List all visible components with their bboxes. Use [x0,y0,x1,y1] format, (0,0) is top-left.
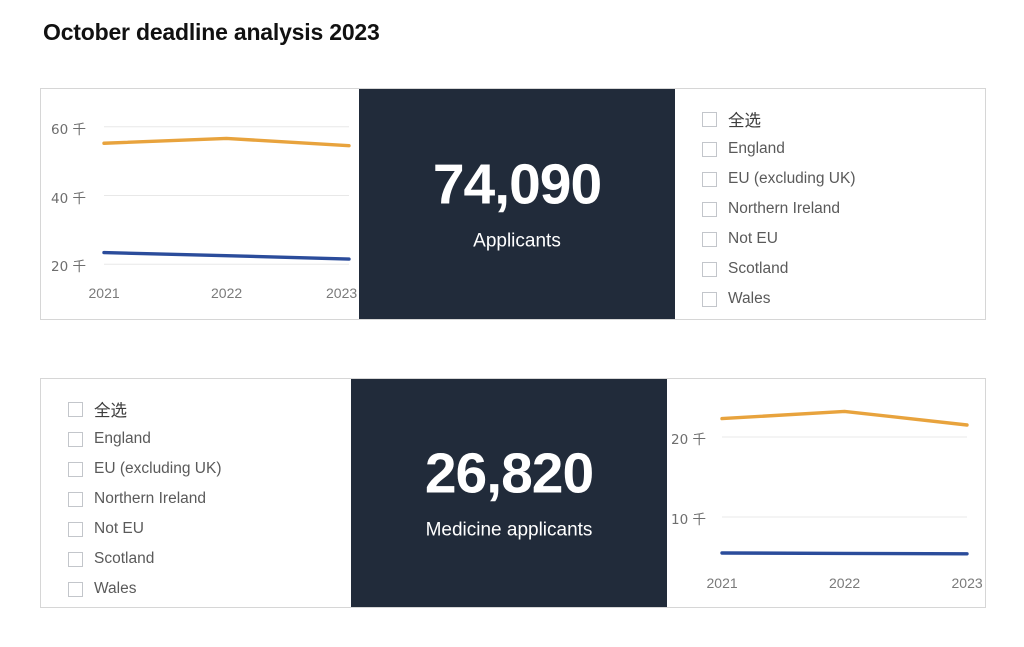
applicants-kpi-label: Applicants [473,230,561,252]
legend-item-label: Wales [728,290,771,307]
applicants-domicile-filter: 全选 England EU (excluding UK) Northern Irela… [675,89,985,319]
legend-checkbox-item[interactable]: EU (excluding UK) [702,164,977,194]
series-line[interactable] [102,136,351,148]
checkbox-icon[interactable] [702,141,717,157]
legend-item-label: England [94,430,151,447]
legend-checkbox-item[interactable]: 全选 [68,394,343,424]
legend-item-label: Scotland [728,260,789,277]
medicine-kpi-value: 26,820 [424,441,594,506]
legend-item-label: Not EU [728,230,778,247]
y-axis-tick-label: 40 千 [51,190,86,207]
checkbox-list: 全选 England EU (excluding UK) Northern Irela… [68,394,343,604]
checkbox-icon[interactable] [68,491,83,507]
series-line[interactable] [720,409,969,427]
legend-checkbox-item[interactable]: 全选 [702,104,977,134]
legend-item-label: England [728,140,785,157]
x-axis-tick-label: 2022 [829,575,861,591]
checkbox-icon[interactable] [702,111,717,127]
chart-plot-area: 10 千 20 千 2021 2022 2023 [667,379,985,607]
legend-checkbox-item[interactable]: England [702,134,977,164]
medicine-kpi-tile: 26,820 Medicine applicants [351,379,667,607]
y-axis-tick-label: 60 千 [51,121,86,138]
legend-checkbox-item[interactable]: Not EU [68,514,343,544]
legend-item-label: 全选 [728,111,761,130]
checkbox-icon[interactable] [68,401,83,417]
y-axis-tick-label: 20 千 [51,259,86,276]
legend-checkbox-item[interactable]: Wales [702,284,977,314]
x-axis-tick-label: 2022 [211,285,243,301]
checkbox-icon[interactable] [68,551,83,567]
checkbox-list: 全选 England EU (excluding UK) Northern Irela… [702,104,977,314]
series-line[interactable] [102,250,351,261]
checkbox-icon[interactable] [702,201,717,217]
legend-checkbox-item[interactable]: Northern Ireland [702,194,977,224]
checkbox-icon[interactable] [702,291,717,307]
legend-checkbox-item[interactable]: Scotland [702,254,977,284]
y-axis-tick-label: 20 千 [671,432,706,448]
legend-item-label: Not EU [94,520,144,537]
legend-item-label: EU (excluding UK) [728,170,856,187]
legend-checkbox-item[interactable]: Scotland [68,544,343,574]
checkbox-icon[interactable] [702,231,717,247]
legend-checkbox-item[interactable]: EU (excluding UK) [68,454,343,484]
chart-plot-area: 20 千 40 千 60 千 2021 2022 2023 [41,89,359,319]
x-axis-tick-label: 2023 [326,285,358,301]
y-axis-tick-label: 10 千 [671,512,706,528]
legend-item-label: 全选 [94,401,127,420]
applicants-card: 20 千 40 千 60 千 2021 2022 2023 74,090 Applican… [40,88,986,320]
legend-checkbox-item[interactable]: Not EU [702,224,977,254]
checkbox-icon[interactable] [702,261,717,277]
legend-item-label: Scotland [94,550,155,567]
x-axis-tick-label: 2021 [706,575,738,591]
checkbox-icon[interactable] [68,461,83,477]
checkbox-icon[interactable] [68,581,83,597]
legend-item-label: EU (excluding UK) [94,460,222,477]
legend-checkbox-item[interactable]: Northern Ireland [68,484,343,514]
applicants-trend-chart[interactable]: 20 千 40 千 60 千 2021 2022 2023 [41,89,359,319]
medicine-applicants-card: 全选 England EU (excluding UK) Northern Irela… [40,378,986,608]
legend-checkbox-item[interactable]: Wales [68,574,343,604]
legend-item-label: Wales [94,580,137,597]
checkbox-icon[interactable] [68,521,83,537]
legend-item-label: Northern Ireland [728,200,841,217]
x-axis-tick-label: 2023 [951,575,983,591]
series-line[interactable] [720,551,969,556]
x-axis-tick-label: 2021 [88,285,120,301]
page-title: October deadline analysis 2023 [43,19,380,45]
checkbox-icon[interactable] [702,171,717,187]
legend-checkbox-item[interactable]: England [68,424,343,454]
checkbox-icon[interactable] [68,431,83,447]
medicine-domicile-filter: 全选 England EU (excluding UK) Northern Irela… [41,379,351,607]
applicants-kpi-tile: 74,090 Applicants [359,89,675,319]
dashboard-page: October deadline analysis 2023 20 千 40 千 6… [0,0,1024,647]
medicine-trend-chart[interactable]: 10 千 20 千 2021 2022 2023 [667,379,985,607]
applicants-kpi-value: 74,090 [432,152,602,217]
chart-canvas [720,409,969,556]
legend-item-label: Northern Ireland [94,490,207,507]
medicine-kpi-label: Medicine applicants [425,519,593,541]
